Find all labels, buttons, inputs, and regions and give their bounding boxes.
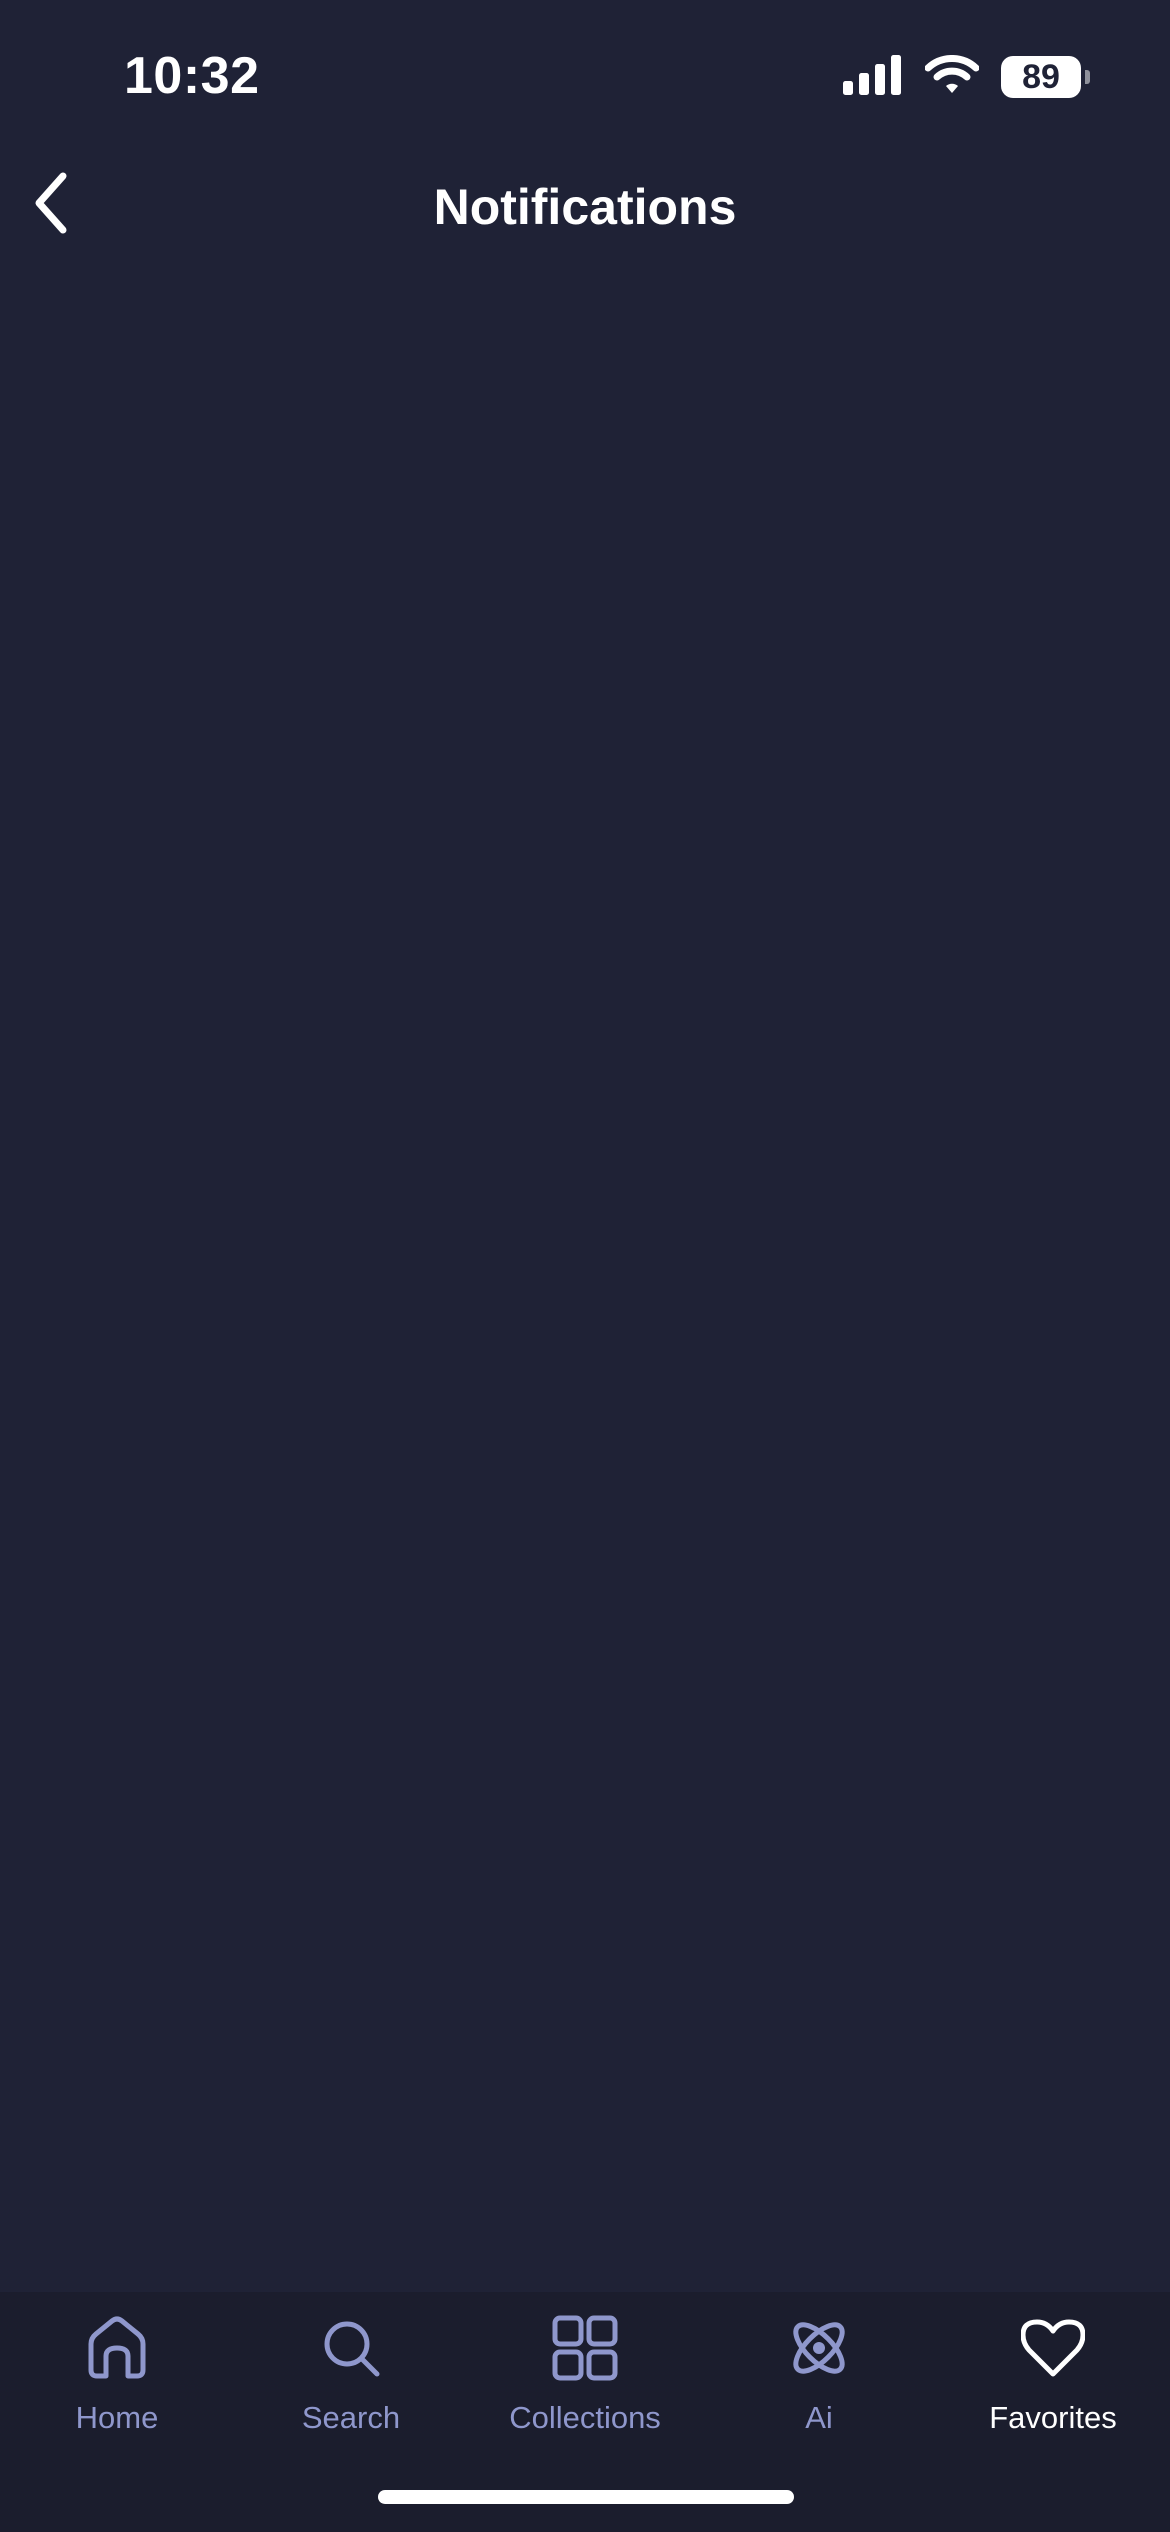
search-icon — [313, 2310, 389, 2386]
atom-icon — [781, 2310, 857, 2386]
tab-label: Search — [301, 2400, 401, 2435]
battery-icon: 89 — [1001, 56, 1090, 98]
tab-collections[interactable]: Collections — [468, 2310, 702, 2450]
status-bar: 10:32 89 — [0, 0, 1170, 150]
status-icons: 89 — [843, 52, 1090, 102]
wifi-icon — [924, 54, 980, 100]
battery-percentage: 89 — [1022, 58, 1060, 96]
notifications-screen: 10:32 89 Notifications Home Search Colle… — [0, 0, 1170, 2532]
home-indicator — [378, 2490, 794, 2504]
status-time: 10:32 — [124, 47, 260, 105]
tab-favorites[interactable]: Favorites — [936, 2310, 1170, 2450]
header: Notifications — [0, 160, 1170, 250]
tab-label: Collections — [509, 2400, 661, 2435]
tab-list: Home Search Collections Ai Favorites — [0, 2310, 1170, 2450]
battery-tip — [1085, 70, 1090, 84]
tab-ai[interactable]: Ai — [702, 2310, 936, 2450]
tab-label: Home — [75, 2400, 159, 2435]
grid-icon — [547, 2310, 623, 2386]
tab-bar: Home Search Collections Ai Favorites — [0, 2292, 1170, 2532]
signal-icon — [843, 54, 903, 100]
home-icon — [79, 2310, 155, 2386]
heart-icon — [1015, 2310, 1091, 2386]
tab-search[interactable]: Search — [234, 2310, 468, 2450]
notifications-list — [0, 260, 1170, 2292]
tab-home[interactable]: Home — [0, 2310, 234, 2450]
tab-label: Ai — [805, 2400, 833, 2435]
page-title: Notifications — [433, 179, 737, 235]
tab-label: Favorites — [989, 2400, 1117, 2435]
battery-level: 89 — [1001, 56, 1081, 98]
